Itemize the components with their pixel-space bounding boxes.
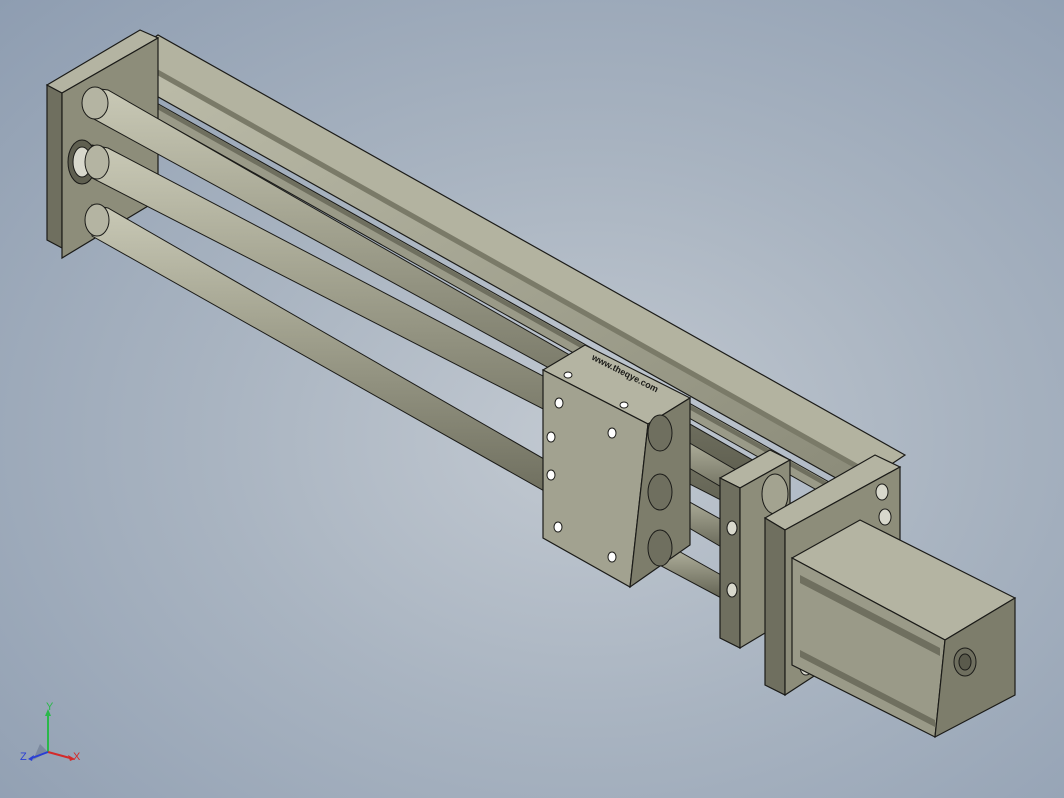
x-axis-label: X <box>73 751 81 763</box>
y-axis-label: Y <box>46 701 54 713</box>
z-axis-label: Z <box>20 751 27 763</box>
motor-shaft <box>953 647 977 677</box>
rod-bores <box>647 414 673 567</box>
triad-graphic: Y X Z <box>20 701 81 763</box>
linear-actuator-model[interactable]: www.theqye.com <box>0 0 1064 798</box>
stepper-motor[interactable] <box>790 519 1017 739</box>
graphics-viewport[interactable]: www.theqye.com Y X Z <box>0 0 1064 798</box>
x-axis <box>47 751 71 759</box>
orientation-triad[interactable]: Y X Z <box>18 700 90 772</box>
